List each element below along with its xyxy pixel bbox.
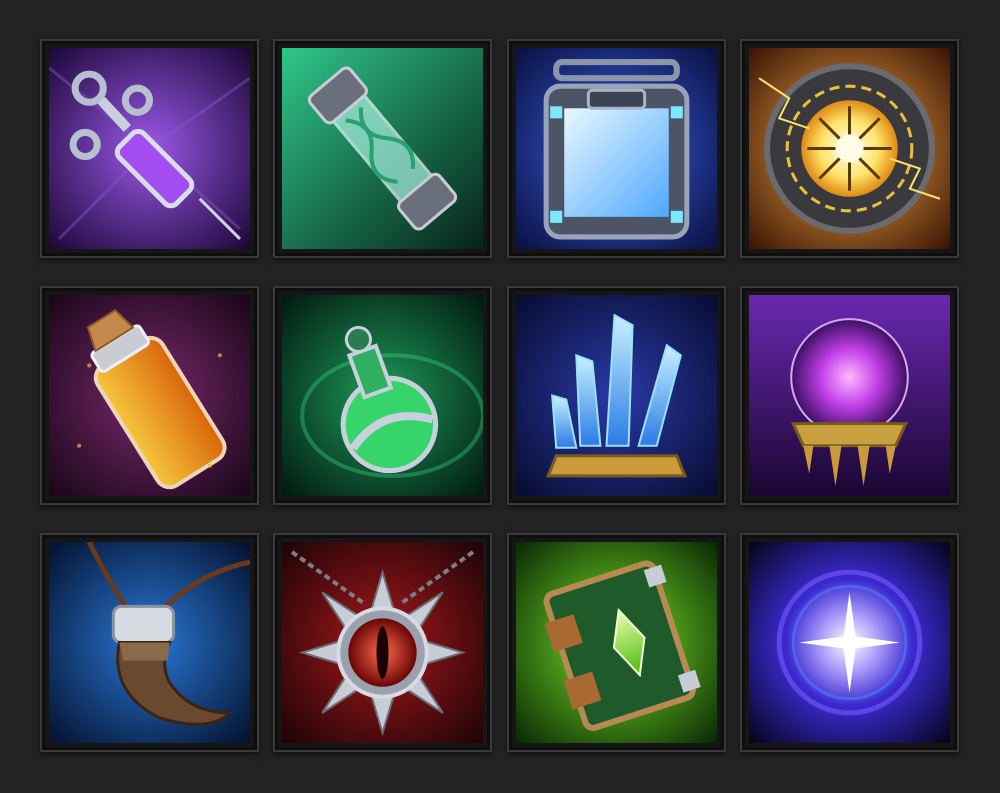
inventory-slot-orange-vial[interactable] [40,286,259,505]
inventory-slot-eye-amulet[interactable] [273,533,492,752]
eye-amulet-icon [282,542,483,743]
inventory-slot-syringe[interactable] [40,39,259,258]
sun-core-icon [749,48,950,249]
inventory-slot-green-potion[interactable] [273,286,492,505]
syringe-icon [49,48,250,249]
blue-crystals-icon [516,295,717,496]
glass-container-icon [516,48,717,249]
crystal-ball-icon [749,295,950,496]
fang-necklace-icon [49,542,250,743]
inventory-slot-crystal-ball[interactable] [740,286,959,505]
inventory-slot-blue-crystals[interactable] [507,286,726,505]
inventory-slot-star-vortex[interactable] [740,533,959,752]
inventory-slot-spellbook[interactable] [507,533,726,752]
orange-vial-icon [49,295,250,496]
dna-tube-icon [282,48,483,249]
star-vortex-icon [749,542,950,743]
inventory-grid [0,0,1000,793]
inventory-slot-fang-necklace[interactable] [40,533,259,752]
inventory-slot-sun-core[interactable] [740,39,959,258]
inventory-slot-dna-tube[interactable] [273,39,492,258]
spellbook-icon [516,542,717,743]
inventory-slot-glass-container[interactable] [507,39,726,258]
green-potion-icon [282,295,483,496]
